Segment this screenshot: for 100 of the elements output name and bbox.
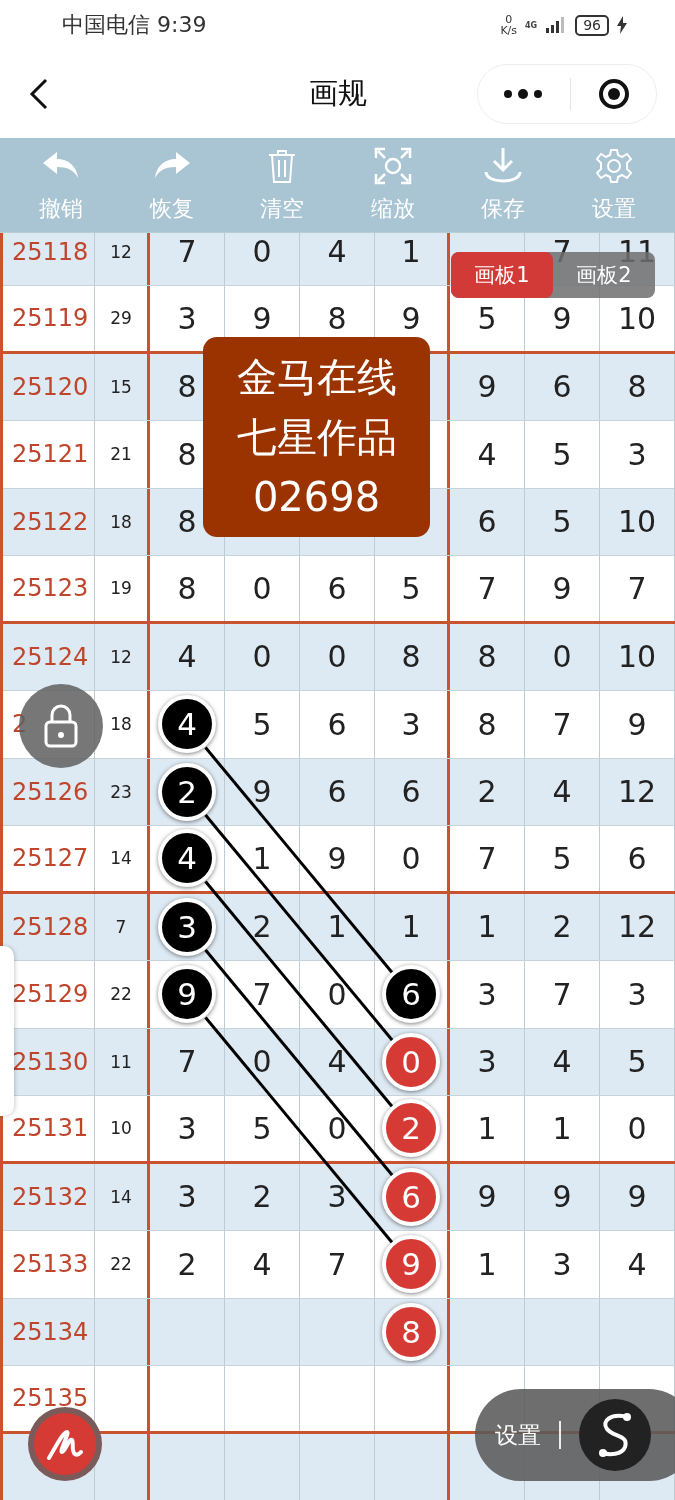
digit-cell: 5 xyxy=(225,1096,300,1161)
sum-cell: 10 xyxy=(95,1096,150,1161)
side-handle[interactable] xyxy=(0,946,14,1116)
digit-cell: 8 xyxy=(375,623,450,690)
sum-cell: 11 xyxy=(95,1028,150,1095)
sum-cell: 14 xyxy=(95,1163,150,1230)
page-title: 画规 xyxy=(308,76,367,110)
period-cell: 25134 xyxy=(3,1298,95,1365)
back-button[interactable] xyxy=(28,77,50,111)
digit-cell: 7 xyxy=(450,826,525,891)
digit-cell: 5 xyxy=(525,421,600,488)
digit-cell: 6 xyxy=(600,826,675,891)
digit-cell: 9 xyxy=(300,826,375,891)
digit-cell: 0 xyxy=(300,1096,375,1161)
charging-icon xyxy=(617,16,627,34)
period-cell: 25122 xyxy=(3,488,95,555)
digit-cell: 6 xyxy=(375,758,450,825)
digit-cell: 5 xyxy=(525,488,600,555)
digit-cell: 3 xyxy=(600,961,675,1028)
digit-cell: 9 xyxy=(525,1163,600,1230)
digit-cell: 7 xyxy=(150,1028,225,1095)
period-cell: 25120 xyxy=(3,353,95,420)
digit-cell: 0 xyxy=(525,623,600,690)
digit-cell: 8 xyxy=(450,691,525,758)
settings-icon xyxy=(595,148,632,184)
number-marker[interactable]: 3 xyxy=(158,897,216,956)
digit-cell: 6 xyxy=(300,758,375,825)
digit-cell: 3 xyxy=(150,1096,225,1161)
period-cell: 25132 xyxy=(3,1163,95,1230)
digit-cell: 4 xyxy=(300,233,375,285)
digit-cell: 3 xyxy=(600,421,675,488)
settings-link[interactable]: 设置 xyxy=(495,1419,541,1451)
carrier-time: 中国电信 9:39 xyxy=(62,11,208,39)
digit-cell: 1 xyxy=(450,1096,525,1161)
digit-cell: 10 xyxy=(600,623,675,690)
sum-cell: 29 xyxy=(95,286,150,351)
digit-cell: 6 xyxy=(450,488,525,555)
digit-cell: 4 xyxy=(450,421,525,488)
digit-cell: 6 xyxy=(525,353,600,420)
stamp-text: 02698 xyxy=(252,473,381,522)
digit-cell: 6 xyxy=(300,556,375,621)
period-cell: 25118 xyxy=(3,233,95,285)
digit-cell: 8 xyxy=(450,623,525,690)
sum-cell: 7 xyxy=(95,893,150,960)
digit-cell: 9 xyxy=(525,556,600,621)
digit-cell: 10 xyxy=(600,488,675,555)
sum-cell: 12 xyxy=(95,233,150,285)
digit-cell: 3 xyxy=(525,1231,600,1298)
digit-cell: 9 xyxy=(600,1163,675,1230)
lock-icon xyxy=(43,704,79,748)
number-marker[interactable]: 2 xyxy=(158,762,216,821)
digit-cell: 5 xyxy=(525,826,600,891)
digit-cell: 1 xyxy=(450,1231,525,1298)
board-tab[interactable]: 画板1 xyxy=(451,252,553,298)
digit-cell: 4 xyxy=(225,1231,300,1298)
digit-cell: 9 xyxy=(225,758,300,825)
target-icon[interactable] xyxy=(598,78,630,110)
digit-cell: 0 xyxy=(225,556,300,621)
digit-cell: 2 xyxy=(225,1163,300,1230)
digit-cell: 7 xyxy=(525,691,600,758)
digit-cell: 0 xyxy=(600,1096,675,1161)
number-marker[interactable]: 8 xyxy=(382,1302,440,1361)
digit-cell: 4 xyxy=(600,1231,675,1298)
number-marker[interactable]: 0 xyxy=(382,1032,440,1091)
digit-cell: 1 xyxy=(300,893,375,960)
digit-cell: 7 xyxy=(600,556,675,621)
digit-cell: 1 xyxy=(525,1096,600,1161)
stamp-text: 七星作品 xyxy=(236,413,397,462)
digit-cell: 8 xyxy=(600,353,675,420)
digit-cell: 4 xyxy=(150,623,225,690)
digit-cell: 1 xyxy=(450,893,525,960)
digit-cell: 2 xyxy=(150,1231,225,1298)
digit-cell: 7 xyxy=(225,961,300,1028)
digit-cell: 9 xyxy=(450,1163,525,1230)
more-icon[interactable] xyxy=(503,88,543,100)
digit-cell: 0 xyxy=(300,623,375,690)
battery-level: 96 xyxy=(575,14,609,36)
digit-cell: 0 xyxy=(225,233,300,285)
digit-cell: 0 xyxy=(375,826,450,891)
stamp-text: 金马在线 xyxy=(236,353,397,402)
sum-cell: 14 xyxy=(95,826,150,891)
digit-cell: 2 xyxy=(450,758,525,825)
sum-cell: 15 xyxy=(95,353,150,420)
net-speed-unit: K/s xyxy=(500,25,518,36)
period-cell: 25127 xyxy=(3,826,95,891)
digit-cell: 7 xyxy=(525,961,600,1028)
digit-cell: 7 xyxy=(450,556,525,621)
period-cell: 25119 xyxy=(3,286,95,351)
digit-cell: 0 xyxy=(225,1028,300,1095)
digit-cell: 3 xyxy=(450,1028,525,1095)
digit-cell: 8 xyxy=(150,556,225,621)
digit-cell: 2 xyxy=(525,893,600,960)
period-cell: 25121 xyxy=(3,421,95,488)
sum-cell: 19 xyxy=(95,556,150,621)
digit-cell: 0 xyxy=(225,623,300,690)
digit-cell: 3 xyxy=(450,961,525,1028)
zoom-icon xyxy=(373,147,412,185)
digit-cell: 7 xyxy=(150,233,225,285)
period-cell: 25133 xyxy=(3,1231,95,1298)
number-marker[interactable]: 6 xyxy=(382,1167,440,1226)
